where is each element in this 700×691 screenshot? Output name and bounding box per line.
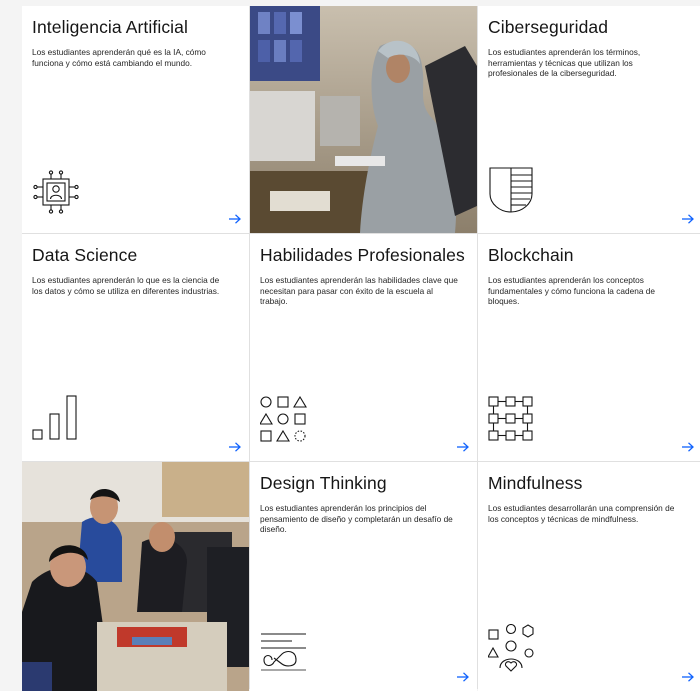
- course-description: Los estudiantes desarrollarán una compre…: [488, 503, 675, 524]
- course-title: Habilidades Profesionales: [260, 245, 465, 265]
- arrow-right-icon[interactable]: [227, 211, 243, 227]
- ai-chip-icon: [32, 170, 80, 219]
- course-card-data-science[interactable]: Data Science Los estudiantes aprenderán …: [22, 234, 249, 461]
- shapes-grid-icon: [259, 395, 308, 447]
- arrow-right-icon[interactable]: [227, 439, 243, 455]
- course-card-professional-skills[interactable]: Habilidades Profesionales Los estudiante…: [250, 234, 477, 461]
- arrow-right-icon[interactable]: [455, 669, 471, 685]
- arrow-right-icon[interactable]: [680, 669, 696, 685]
- course-description: Los estudiantes aprenderán los principio…: [260, 503, 453, 535]
- shield-icon: [488, 166, 534, 219]
- course-card-ai[interactable]: Inteligencia Artificial Los estudiantes …: [22, 6, 249, 233]
- course-description: Los estudiantes aprenderán los términos,…: [488, 47, 641, 79]
- bar-chart-icon: [32, 394, 80, 447]
- course-card-blockchain[interactable]: Blockchain Los estudiantes aprenderán lo…: [478, 234, 700, 461]
- blockchain-icon: [488, 396, 534, 447]
- mindfulness-icon: [487, 623, 536, 677]
- course-title: Data Science: [32, 245, 138, 265]
- course-title: Ciberseguridad: [488, 17, 609, 37]
- infinity-loop-icon: [260, 632, 308, 677]
- course-card-mindfulness[interactable]: Mindfulness Los estudiantes desarrollará…: [478, 462, 700, 691]
- course-description: Los estudiantes aprenderán lo que es la …: [32, 275, 220, 296]
- course-description: Los estudiantes aprenderán las habilidad…: [260, 275, 458, 307]
- arrow-right-icon[interactable]: [680, 439, 696, 455]
- arrow-right-icon[interactable]: [455, 439, 471, 455]
- students-computer-lab-photo: [250, 6, 477, 233]
- students-robotics-photo: [22, 462, 249, 691]
- course-card-design-thinking[interactable]: Design Thinking Los estudiantes aprender…: [250, 462, 477, 691]
- arrow-right-icon[interactable]: [680, 211, 696, 227]
- course-title: Design Thinking: [260, 473, 387, 493]
- course-title: Inteligencia Artificial: [32, 17, 188, 37]
- course-card-cybersecurity[interactable]: Ciberseguridad Los estudiantes aprenderá…: [478, 6, 700, 233]
- course-title: Blockchain: [488, 245, 574, 265]
- course-title: Mindfulness: [488, 473, 583, 493]
- course-description: Los estudiantes aprenderán qué es la IA,…: [32, 47, 206, 68]
- course-grid: Inteligencia Artificial Los estudiantes …: [22, 6, 700, 691]
- course-description: Los estudiantes aprenderán los conceptos…: [488, 275, 655, 307]
